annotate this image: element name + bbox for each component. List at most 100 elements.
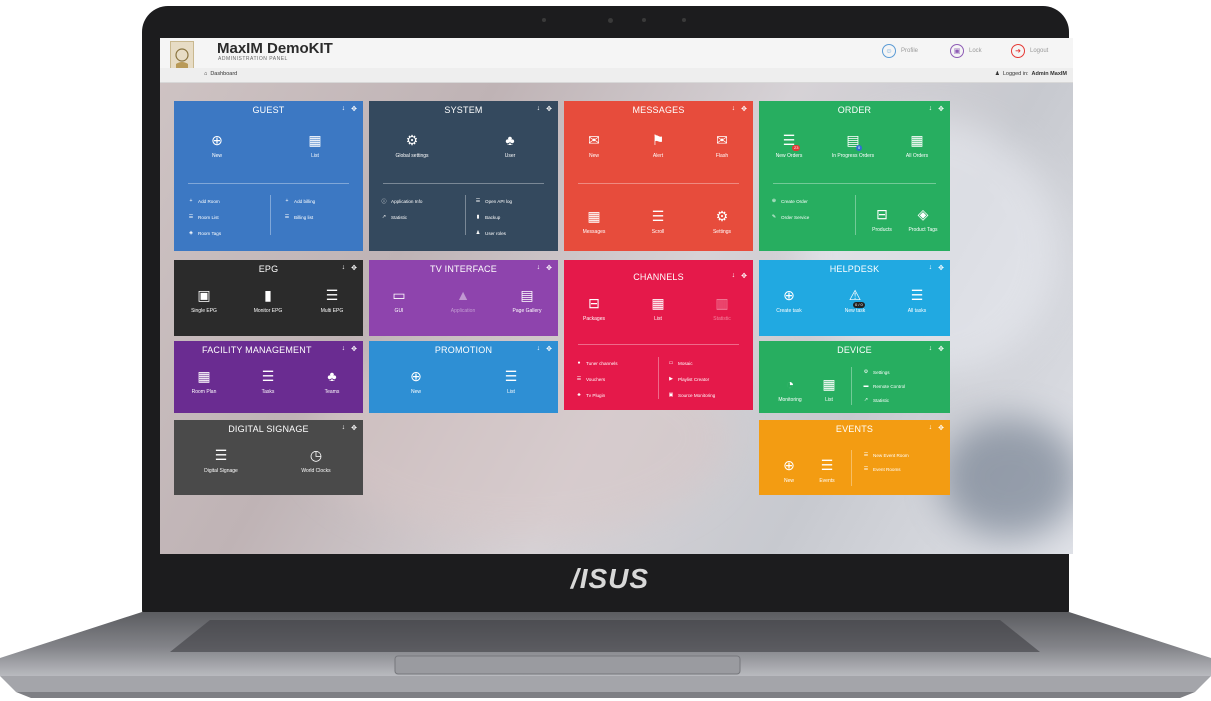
- move-icon[interactable]: ✥: [938, 264, 944, 272]
- page-gallery-button[interactable]: ▤ Page Gallery: [513, 286, 542, 315]
- move-icon[interactable]: ✥: [741, 105, 747, 113]
- digital-signage-button[interactable]: ☰ Digital Signage: [204, 446, 238, 475]
- create-task-button[interactable]: ⊕ Create task: [776, 286, 802, 315]
- user-button[interactable]: ♣ User: [505, 131, 516, 160]
- collapse-icon[interactable]: ↓: [929, 345, 933, 353]
- collapse-icon[interactable]: ↓: [929, 105, 933, 113]
- messages-settings-button[interactable]: ⚙ Settings: [713, 207, 731, 236]
- teams-button[interactable]: ♣ Teams: [325, 367, 340, 396]
- collapse-icon[interactable]: ↓: [537, 345, 541, 353]
- profile-button[interactable]: ☺ Profile: [882, 44, 918, 58]
- move-icon[interactable]: ✥: [546, 264, 552, 272]
- plus-circle-icon: ⊕: [783, 286, 795, 303]
- move-icon[interactable]: ✥: [351, 264, 357, 272]
- collapse-icon[interactable]: ↓: [537, 264, 541, 272]
- statistic-link[interactable]: ↗ Statistic: [381, 214, 407, 220]
- gui-button[interactable]: ▭ GUI: [392, 286, 405, 315]
- messages-new-button[interactable]: ✉ New: [588, 131, 600, 160]
- application-button[interactable]: ▲ Application: [451, 286, 475, 315]
- room-list-link[interactable]: ☰ Room List: [188, 214, 219, 220]
- tile-channels: CHANNELS ↓ ✥ ⊟ Packages ▦ List ▥ Statistic ●…: [564, 260, 753, 410]
- events-button[interactable]: ☰ Events: [819, 456, 834, 485]
- playlist-creator-link[interactable]: ▶ Playlist Creator: [668, 376, 709, 382]
- world-clocks-button[interactable]: ◷ World Clocks: [301, 446, 330, 475]
- server-icon: ☰: [325, 286, 339, 303]
- move-icon[interactable]: ✥: [938, 424, 944, 432]
- collapse-icon[interactable]: ↓: [732, 272, 736, 280]
- room-plan-button[interactable]: ▦ Room Plan: [192, 367, 217, 396]
- channels-list-button[interactable]: ▦ List: [651, 294, 664, 323]
- events-new-button[interactable]: ⊕ New: [783, 456, 795, 485]
- add-room-link[interactable]: + Add Room: [188, 198, 220, 204]
- move-icon[interactable]: ✥: [351, 105, 357, 113]
- collapse-icon[interactable]: ↓: [342, 424, 346, 432]
- collapse-icon[interactable]: ↓: [537, 105, 541, 113]
- breadcrumb[interactable]: ⌂ Dashboard: [204, 71, 237, 77]
- event-rooms-link[interactable]: ☰ Event Rooms: [863, 466, 901, 472]
- user-roles-link[interactable]: ♟ User roles: [475, 230, 506, 236]
- tuner-channels-link[interactable]: ● Tuner channels: [576, 360, 617, 366]
- collapse-icon[interactable]: ↓: [342, 345, 346, 353]
- channels-statistic-button[interactable]: ▥ Statistic: [713, 294, 731, 323]
- products-button[interactable]: ⊟ Products: [872, 205, 892, 234]
- lock-button[interactable]: ▣ Lock: [950, 44, 982, 58]
- move-icon[interactable]: ✥: [741, 272, 747, 280]
- facility-tasks-button[interactable]: ☰ Tasks: [262, 367, 275, 396]
- monitor-epg-button[interactable]: ▮ Monitor EPG: [254, 286, 283, 315]
- collapse-icon[interactable]: ↓: [342, 264, 346, 272]
- collapse-icon[interactable]: ↓: [929, 264, 933, 272]
- add-billing-link[interactable]: + Add billing: [284, 198, 316, 204]
- in-progress-orders-button[interactable]: ▤ In Progress Orders: [832, 131, 874, 160]
- all-tasks-button[interactable]: ☰ All tasks: [908, 286, 927, 315]
- scroll-button[interactable]: ☰ Scroll: [652, 207, 665, 236]
- webcam: [608, 18, 613, 23]
- device-list-button[interactable]: ▦ List: [822, 375, 835, 404]
- promotion-list-button[interactable]: ☰ List: [505, 367, 518, 396]
- collapse-icon[interactable]: ↓: [732, 105, 736, 113]
- product-tags-button[interactable]: ◈ Product Tags: [908, 205, 937, 234]
- move-icon[interactable]: ✥: [938, 345, 944, 353]
- promotion-new-button[interactable]: ⊕ New: [410, 367, 422, 396]
- move-icon[interactable]: ✥: [351, 424, 357, 432]
- guest-list-button[interactable]: ▦ List: [308, 131, 322, 160]
- mosaic-link[interactable]: ▭ Mosaic: [668, 360, 693, 366]
- info-icon: ⓘ: [381, 199, 387, 205]
- guest-new-button[interactable]: ⊕ New: [211, 131, 223, 160]
- move-icon[interactable]: ✥: [938, 105, 944, 113]
- collapse-icon[interactable]: ↓: [342, 105, 346, 113]
- all-orders-button[interactable]: ▦ All Orders: [906, 131, 928, 160]
- multi-epg-button[interactable]: ☰ Multi EPG: [321, 286, 344, 315]
- alert-button[interactable]: ⚑ Alert: [652, 131, 665, 160]
- backup-link[interactable]: ▮ Backup: [475, 214, 501, 220]
- application-info-link[interactable]: ⓘ Application Info: [381, 198, 422, 205]
- tv-plugin-link[interactable]: ♣ Tv Plugin: [576, 392, 605, 398]
- list-icon: ☰: [863, 452, 869, 458]
- tags-icon: ◈: [917, 205, 929, 222]
- order-service-link[interactable]: ✎ Order Service: [771, 214, 809, 220]
- single-epg-button[interactable]: ▣ Single EPG: [191, 286, 217, 315]
- source-monitoring-link[interactable]: ▣ Source Monitoring: [668, 392, 716, 398]
- room-tags-link[interactable]: ◈ Room Tags: [188, 230, 221, 236]
- global-settings-button[interactable]: ⚙ Global settings: [395, 131, 428, 160]
- move-icon[interactable]: ✥: [351, 345, 357, 353]
- new-event-room-link[interactable]: ☰ New Event Room: [863, 452, 909, 458]
- remote-control-link[interactable]: ▬ Remote Control: [863, 383, 906, 389]
- move-icon[interactable]: ✥: [546, 345, 552, 353]
- move-icon[interactable]: ✥: [546, 105, 552, 113]
- packages-button[interactable]: ⊟ Packages: [583, 294, 605, 323]
- open-api-log-link[interactable]: ☰ Open API log: [475, 198, 512, 204]
- collapse-icon[interactable]: ↓: [929, 424, 933, 432]
- device-settings-link[interactable]: ⚙ Settings: [863, 369, 890, 375]
- flash-button[interactable]: ✉ Flash: [716, 131, 728, 160]
- billing-list-link[interactable]: ☰ Billing list: [284, 214, 313, 220]
- envelope-icon: ✉: [588, 131, 600, 148]
- new-task-button[interactable]: ⚠ New task: [845, 286, 866, 315]
- vouchers-link[interactable]: ☰ Vouchers: [576, 376, 605, 382]
- messages-button[interactable]: ▦ Messages: [583, 207, 606, 236]
- monitoring-button[interactable]: ◔ Monitoring: [778, 375, 801, 404]
- device-statistic-link[interactable]: ↗ Statistic: [863, 397, 889, 403]
- create-order-link[interactable]: ⊕ Create Order: [771, 198, 808, 204]
- logout-button[interactable]: ➜ Logout: [1011, 44, 1048, 58]
- grid-icon: ▦: [308, 131, 322, 148]
- plus-circle-icon: ⊕: [410, 367, 422, 384]
